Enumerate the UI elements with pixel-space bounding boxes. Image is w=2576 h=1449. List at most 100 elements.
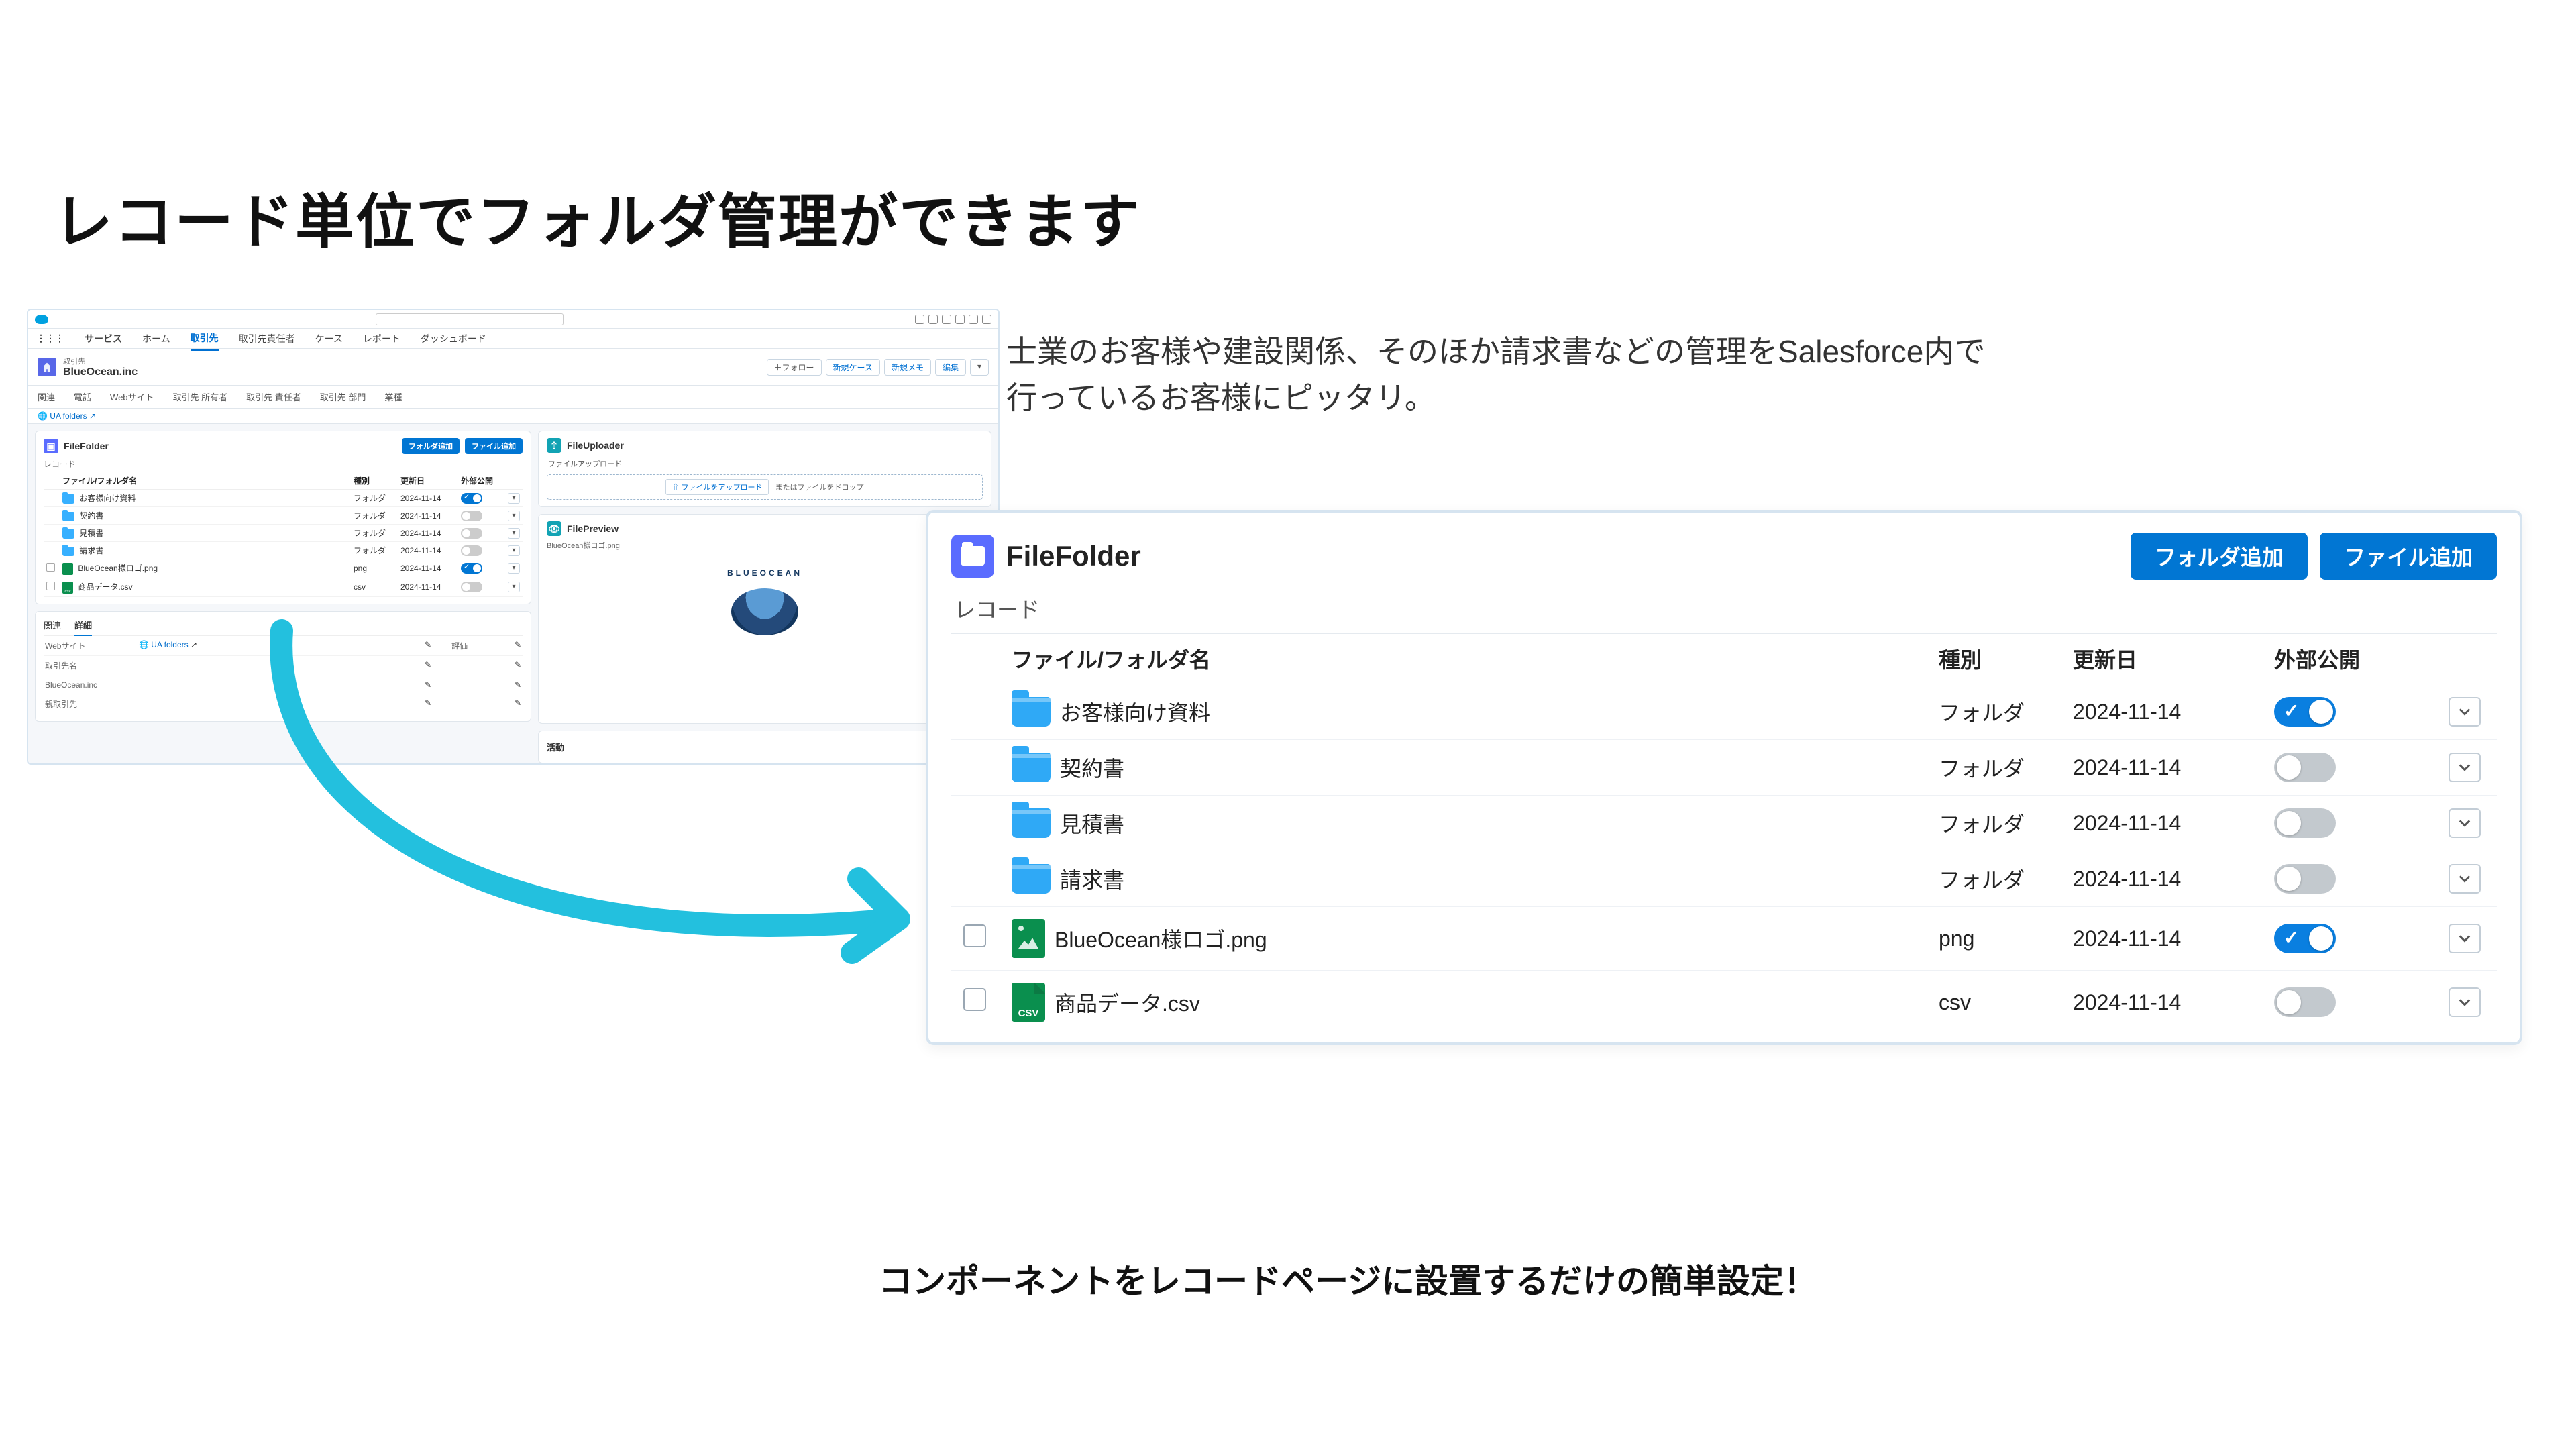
row-menu-dropdown[interactable] (2449, 808, 2481, 838)
edit-pencil-icon[interactable]: ✎ (512, 698, 521, 710)
edit-pencil-icon[interactable]: ✎ (422, 640, 431, 651)
upload-button[interactable]: ⇧ ファイルをアップロード (665, 479, 768, 495)
table-row[interactable]: 見積書フォルダ2024-11-14 (951, 796, 2497, 851)
row-menu-dropdown[interactable] (2449, 924, 2481, 953)
nav-reports[interactable]: レポート (363, 332, 400, 345)
row-checkbox[interactable] (963, 988, 986, 1011)
nav-home[interactable]: ホーム (142, 332, 170, 345)
row-name: 請求書 (1060, 863, 1124, 894)
image-file-icon (62, 563, 73, 575)
edit-pencil-icon[interactable]: ✎ (422, 660, 431, 672)
filefolder-title: FileFolder (1006, 540, 1141, 572)
add-folder-button-small[interactable]: フォルダ追加 (402, 438, 460, 454)
star-icon[interactable] (915, 315, 924, 324)
help-icon[interactable] (942, 315, 951, 324)
tab-detail[interactable]: 詳細 (74, 619, 92, 636)
nav-contacts[interactable]: 取引先責任者 (239, 332, 295, 345)
col-header-name[interactable]: ファイル/フォルダ名 (998, 634, 1933, 684)
public-toggle[interactable] (2274, 924, 2336, 953)
nav-dashboards[interactable]: ダッシュボード (421, 332, 486, 345)
public-toggle[interactable] (461, 528, 482, 539)
edit-pencil-icon[interactable]: ✎ (512, 660, 521, 672)
edit-button[interactable]: 編集 (935, 359, 966, 376)
row-checkbox[interactable] (963, 924, 986, 947)
public-toggle[interactable] (2274, 697, 2336, 727)
col-header-type[interactable]: 種別 (1933, 634, 2068, 684)
new-note-button[interactable]: 新規メモ (884, 359, 931, 376)
row-menu-dropdown[interactable]: ▾ (508, 545, 520, 556)
add-folder-button[interactable]: フォルダ追加 (2131, 533, 2308, 580)
filefolder-component-small: ▣ FileFolder フォルダ追加 ファイル追加 レコード ファイル/フォル… (35, 431, 531, 604)
upload-label: ファイルアップロード (547, 453, 983, 469)
website-link[interactable]: UA folders (50, 411, 87, 421)
new-case-button[interactable]: 新規ケース (826, 359, 880, 376)
public-toggle[interactable] (2274, 864, 2336, 894)
row-date: 2024-11-14 (398, 578, 458, 596)
row-date: 2024-11-14 (2068, 684, 2269, 740)
upload-dropzone[interactable]: ⇧ ファイルをアップロード またはファイルをドロップ (547, 474, 983, 500)
row-checkbox[interactable] (46, 582, 55, 590)
public-toggle[interactable] (2274, 987, 2336, 1017)
table-row[interactable]: お客様向け資料フォルダ2024-11-14▾ (44, 490, 523, 507)
row-type: フォルダ (351, 525, 398, 542)
col-header-date[interactable]: 更新日 (2068, 634, 2269, 684)
table-row[interactable]: 請求書フォルダ2024-11-14 (951, 851, 2497, 907)
add-file-button-small[interactable]: ファイル追加 (465, 438, 523, 454)
edit-pencil-icon[interactable]: ✎ (512, 640, 521, 651)
row-date: 2024-11-14 (2068, 907, 2269, 971)
table-row[interactable]: 請求書フォルダ2024-11-14▾ (44, 542, 523, 559)
row-menu-dropdown[interactable]: ▾ (508, 582, 520, 592)
row-name: 商品データ.csv (1055, 987, 1200, 1018)
row-menu-dropdown[interactable] (2449, 864, 2481, 894)
detail-label-right (431, 660, 512, 672)
edit-pencil-icon[interactable]: ✎ (422, 680, 431, 690)
row-menu-dropdown[interactable] (2449, 987, 2481, 1017)
row-menu-dropdown[interactable] (2449, 753, 2481, 782)
record-header: 取引先 BlueOcean.inc ＋フォロー 新規ケース 新規メモ 編集 ▾ (28, 349, 998, 386)
table-row[interactable]: BlueOcean様ロゴ.pngpng2024-11-14▾ (44, 559, 523, 578)
public-toggle[interactable] (2274, 808, 2336, 838)
nav-cases[interactable]: ケース (315, 332, 343, 345)
filefolder-breadcrumb[interactable]: レコード (951, 580, 2497, 633)
table-row[interactable]: 契約書フォルダ2024-11-14 (951, 740, 2497, 796)
logo-text: BLUEOCEAN (718, 568, 812, 578)
tab-related[interactable]: 関連 (44, 619, 61, 631)
row-menu-dropdown[interactable] (2449, 697, 2481, 727)
row-menu-dropdown[interactable]: ▾ (508, 563, 520, 574)
activity-component: 活動 (538, 731, 991, 763)
plus-icon[interactable] (928, 315, 938, 324)
follow-button[interactable]: ＋フォロー (767, 359, 822, 376)
public-toggle[interactable] (461, 511, 482, 521)
nav-accounts[interactable]: 取引先 (191, 331, 219, 351)
public-toggle[interactable] (461, 563, 482, 574)
filefolder-component-large: FileFolder フォルダ追加 ファイル追加 レコード ファイル/フォルダ名… (926, 510, 2522, 1045)
col-header-public[interactable]: 外部公開 (2269, 634, 2443, 684)
row-checkbox[interactable] (46, 563, 55, 572)
table-row[interactable]: 商品データ.csvcsv2024-11-14▾ (44, 578, 523, 596)
filefolder-table: ファイル/フォルダ名 種別 更新日 外部公開 お客様向け資料フォルダ2024-1… (951, 633, 2497, 1034)
table-row[interactable]: お客様向け資料フォルダ2024-11-14 (951, 684, 2497, 740)
public-toggle[interactable] (461, 493, 482, 504)
add-file-button[interactable]: ファイル追加 (2320, 533, 2497, 580)
row-type: png (351, 559, 398, 578)
global-search-input[interactable] (376, 313, 564, 325)
row-menu-dropdown[interactable]: ▾ (508, 493, 520, 504)
row-menu-dropdown[interactable]: ▾ (508, 528, 520, 539)
public-toggle[interactable] (461, 545, 482, 556)
row-name: お客様向け資料 (60, 490, 351, 507)
table-row[interactable]: 見積書フォルダ2024-11-14▾ (44, 525, 523, 542)
edit-pencil-icon[interactable]: ✎ (422, 698, 431, 710)
record-object-label: 取引先 (63, 356, 138, 366)
table-row[interactable]: CSV商品データ.csvcsv2024-11-14 (951, 971, 2497, 1034)
table-row[interactable]: 契約書フォルダ2024-11-14▾ (44, 507, 523, 525)
edit-pencil-icon[interactable]: ✎ (512, 680, 521, 690)
public-toggle[interactable] (461, 582, 482, 592)
public-toggle[interactable] (2274, 753, 2336, 782)
more-actions-dropdown[interactable]: ▾ (970, 359, 989, 376)
gear-icon[interactable] (955, 315, 965, 324)
table-row[interactable]: BlueOcean様ロゴ.pngpng2024-11-14 (951, 907, 2497, 971)
avatar-icon[interactable] (982, 315, 991, 324)
page-description: 士業のお客様や建設関係、そのほか請求書などの管理をSalesforce内で 行っ… (1006, 329, 1985, 421)
row-menu-dropdown[interactable]: ▾ (508, 511, 520, 521)
bell-icon[interactable] (969, 315, 978, 324)
